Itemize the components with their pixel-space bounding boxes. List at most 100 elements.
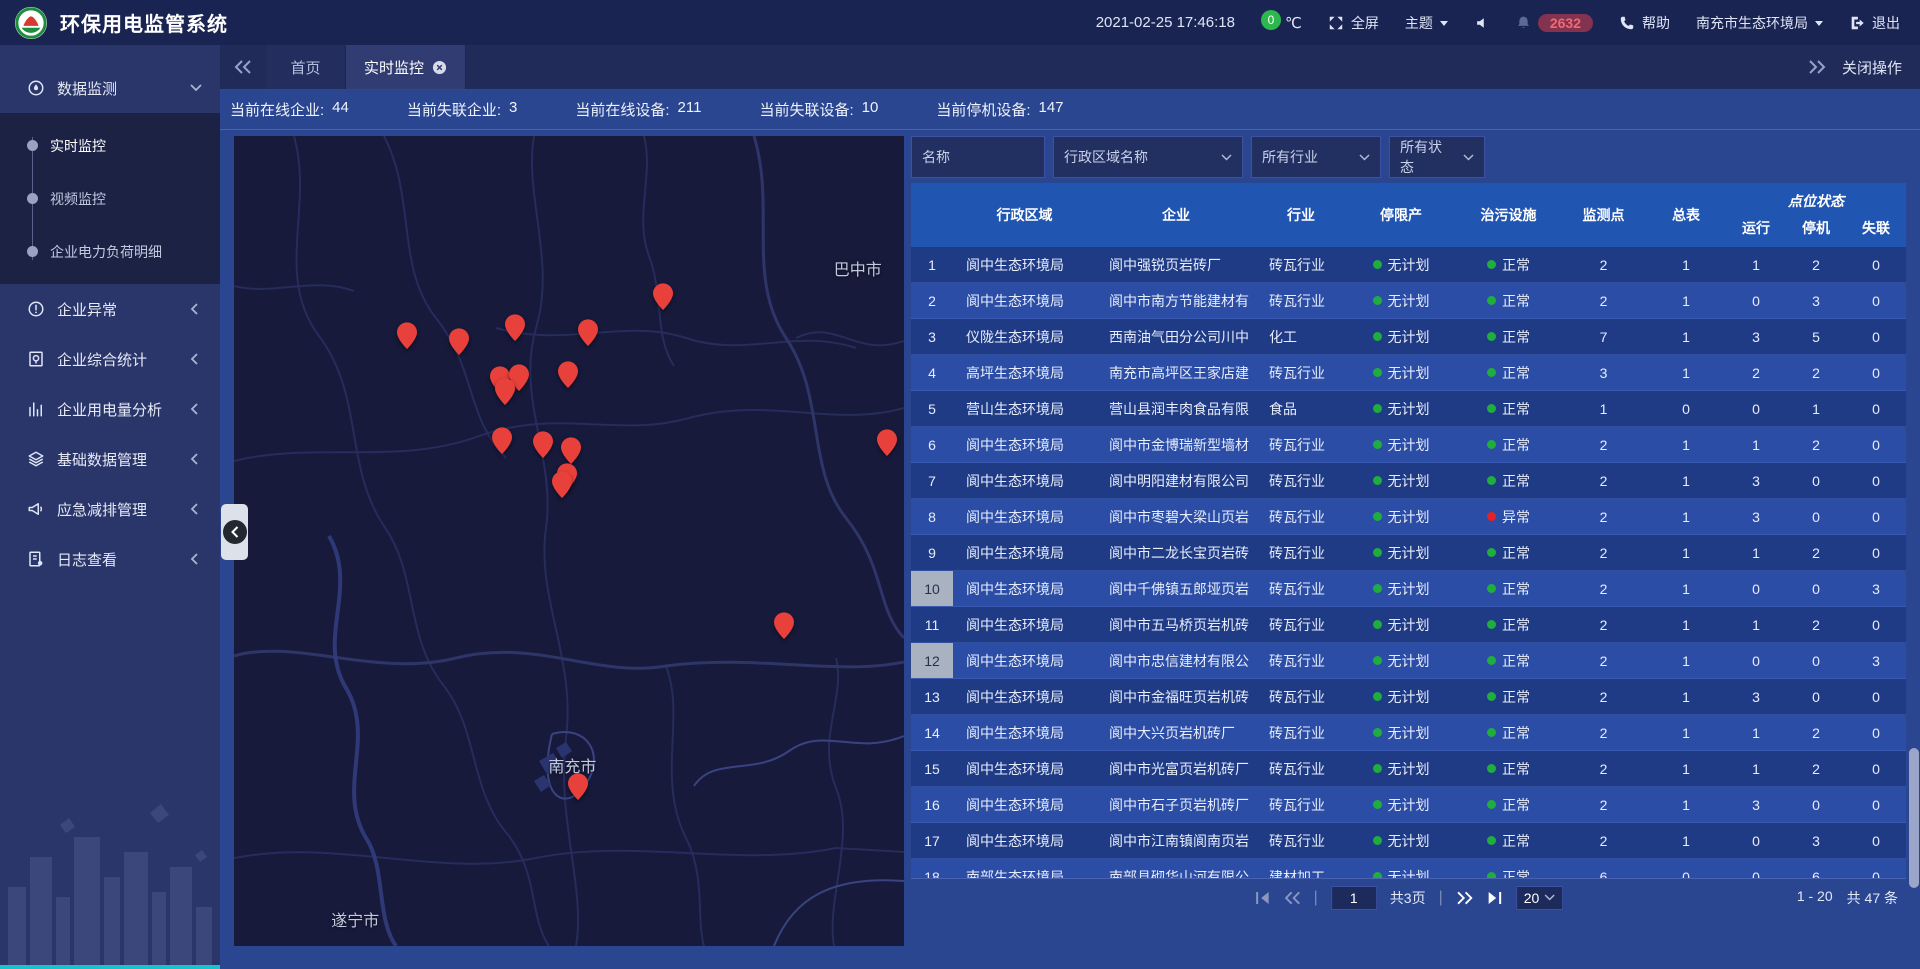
vertical-scrollbar[interactable]	[1909, 748, 1919, 888]
cell-total: 1	[1646, 607, 1726, 642]
map-pin-icon[interactable]	[449, 328, 469, 355]
tabs-scroll-right-button[interactable]	[1808, 60, 1826, 74]
map-pin-icon[interactable]	[552, 472, 572, 499]
help-button[interactable]: 帮助	[1619, 13, 1670, 33]
temperature-unit: ℃	[1285, 14, 1302, 32]
sound-button[interactable]	[1474, 15, 1490, 31]
map-pin-icon[interactable]	[578, 319, 598, 346]
status-filter-select[interactable]: 所有状态	[1389, 136, 1485, 178]
org-dropdown[interactable]: 南充市生态环境局	[1696, 13, 1823, 33]
theme-dropdown[interactable]: 主题	[1405, 13, 1448, 33]
table-row[interactable]: 18南部生态环境局南部县砌华山河有限公建材加工无计划正常60060	[911, 859, 1906, 878]
map-pin-icon[interactable]	[533, 431, 553, 458]
map-pin-icon[interactable]	[774, 613, 794, 640]
sidebar-item[interactable]: 应急减排管理	[0, 484, 220, 534]
cell-lost: 0	[1846, 319, 1906, 354]
cell-monitor: 1	[1561, 391, 1646, 426]
name-input[interactable]	[922, 149, 1034, 165]
tab[interactable]: 首页	[266, 45, 346, 89]
sidebar-subitem[interactable]: 企业电力负荷明细	[0, 225, 220, 278]
col-header-run[interactable]: 运行	[1726, 209, 1786, 247]
map-roads	[234, 136, 904, 946]
close-operations-dropdown[interactable]: 关闭操作	[1842, 57, 1902, 78]
table-row[interactable]: 6阆中生态环境局阆中市金博瑞新型墙材砖瓦行业无计划正常21120	[911, 427, 1906, 463]
sidebar-item-label: 应急减排管理	[57, 499, 147, 520]
cell-region: 阆中生态环境局	[953, 751, 1096, 786]
sidebar-submenu: 实时监控视频监控企业电力负荷明细	[0, 113, 220, 284]
table-row[interactable]: 10阆中生态环境局阆中千佛镇五郎垭页岩砖瓦行业无计划正常21003	[911, 571, 1906, 607]
map-collapse-handle[interactable]	[221, 504, 248, 560]
exit-button[interactable]: 退出	[1849, 13, 1900, 33]
row-index: 10	[911, 571, 953, 606]
table-row[interactable]: 11阆中生态环境局阆中市五马桥页岩机砖砖瓦行业无计划正常21120	[911, 607, 1906, 643]
map-pin-icon[interactable]	[877, 429, 897, 456]
prev-page-icon[interactable]	[1284, 891, 1301, 905]
table-row[interactable]: 3仪陇生态环境局西南油气田分公司川中化工无计划正常71350	[911, 319, 1906, 355]
map-pin-icon[interactable]	[397, 322, 417, 349]
sidebar-item[interactable]: 企业用电量分析	[0, 384, 220, 434]
sidebar-item[interactable]: 日志查看	[0, 534, 220, 584]
map-pin-icon[interactable]	[561, 437, 581, 464]
table-row[interactable]: 16阆中生态环境局阆中市石子页岩机砖厂砖瓦行业无计划正常21300	[911, 787, 1906, 823]
col-header-stop[interactable]: 停机	[1786, 209, 1846, 247]
last-page-icon[interactable]	[1486, 891, 1503, 905]
row-index: 2	[911, 283, 953, 318]
table-row[interactable]: 1阆中生态环境局阆中强锐页岩砖厂砖瓦行业无计划正常21120	[911, 247, 1906, 283]
map-pin-icon[interactable]	[505, 314, 525, 341]
tabs-scroll-left-button[interactable]	[220, 45, 266, 89]
sidebar-item[interactable]: 数据监测	[0, 63, 220, 113]
status-dot	[1373, 620, 1382, 629]
table-row[interactable]: 9阆中生态环境局阆中市二龙长宝页岩砖砖瓦行业无计划正常21120	[911, 535, 1906, 571]
notification-badge[interactable]: 2632	[1538, 14, 1593, 32]
table-row[interactable]: 14阆中生态环境局阆中大兴页岩机砖厂砖瓦行业无计划正常21120	[911, 715, 1906, 751]
cell-lost: 0	[1846, 283, 1906, 318]
sidebar-item[interactable]: 企业异常	[0, 284, 220, 334]
sidebar-subitem[interactable]: 实时监控	[0, 119, 220, 172]
map-pin-icon[interactable]	[653, 283, 673, 310]
cell-monitor: 6	[1561, 859, 1646, 878]
tab-close-icon[interactable]	[432, 60, 447, 75]
table-row[interactable]: 5营山生态环境局营山县润丰肉食品有限食品无计划正常10010	[911, 391, 1906, 427]
table-row[interactable]: 15阆中生态环境局阆中市光富页岩机砖厂砖瓦行业无计划正常21120	[911, 751, 1906, 787]
name-filter-input[interactable]	[911, 136, 1045, 178]
sidebar-item[interactable]: 基础数据管理	[0, 434, 220, 484]
sidebar-subitem[interactable]: 视频监控	[0, 172, 220, 225]
region-filter-select[interactable]: 行政区域名称	[1053, 136, 1243, 178]
col-header-facility[interactable]: 治污设施	[1456, 183, 1561, 247]
notifications[interactable]: 2632	[1516, 14, 1593, 32]
temperature-value: 0	[1261, 10, 1281, 30]
page-input[interactable]	[1331, 886, 1377, 910]
map-pin-icon[interactable]	[568, 773, 588, 800]
cell-region: 高坪生态环境局	[953, 355, 1096, 390]
table-row[interactable]: 7阆中生态环境局阆中明阳建材有限公司砖瓦行业无计划正常21300	[911, 463, 1906, 499]
col-header-company[interactable]: 企业	[1096, 183, 1256, 247]
cell-run: 0	[1726, 859, 1786, 878]
table-row[interactable]: 2阆中生态环境局阆中市南方节能建材有砖瓦行业无计划正常21030	[911, 283, 1906, 319]
col-header-monitor[interactable]: 监测点	[1561, 183, 1646, 247]
map-pin-icon[interactable]	[492, 427, 512, 454]
table-row[interactable]: 4高坪生态环境局南充市高坪区王家店建砖瓦行业无计划正常31220	[911, 355, 1906, 391]
bell-icon	[1516, 15, 1531, 30]
table-row[interactable]: 17阆中生态环境局阆中市江南镇阆南页岩砖瓦行业无计划正常21030	[911, 823, 1906, 859]
table-row[interactable]: 12阆中生态环境局阆中市忠信建材有限公砖瓦行业无计划正常21003	[911, 643, 1906, 679]
first-page-icon[interactable]	[1254, 891, 1271, 905]
tab[interactable]: 实时监控	[346, 45, 466, 89]
col-header-lost[interactable]: 失联	[1846, 209, 1906, 247]
cell-stop: 0	[1786, 679, 1846, 714]
page-size-select[interactable]: 20	[1516, 886, 1564, 910]
map-pin-icon[interactable]	[558, 361, 578, 388]
fullscreen-button[interactable]: 全屏	[1328, 13, 1379, 33]
col-header-total[interactable]: 总表	[1646, 183, 1726, 247]
cell-facility-status: 正常	[1456, 679, 1561, 714]
col-header-region[interactable]: 行政区域	[953, 183, 1096, 247]
col-header-industry[interactable]: 行业	[1256, 183, 1346, 247]
sidebar-item[interactable]: 企业综合统计	[0, 334, 220, 384]
status-dot	[1373, 332, 1382, 341]
col-header-limit[interactable]: 停限产	[1346, 183, 1456, 247]
map-panel[interactable]: 巴中市南充市遂宁市	[234, 136, 904, 946]
map-pin-icon[interactable]	[495, 378, 515, 405]
next-page-icon[interactable]	[1456, 891, 1473, 905]
table-row[interactable]: 8阆中生态环境局阆中市枣碧大梁山页岩砖瓦行业无计划异常21300	[911, 499, 1906, 535]
industry-filter-select[interactable]: 所有行业	[1251, 136, 1381, 178]
table-row[interactable]: 13阆中生态环境局阆中市金福旺页岩机砖砖瓦行业无计划正常21300	[911, 679, 1906, 715]
